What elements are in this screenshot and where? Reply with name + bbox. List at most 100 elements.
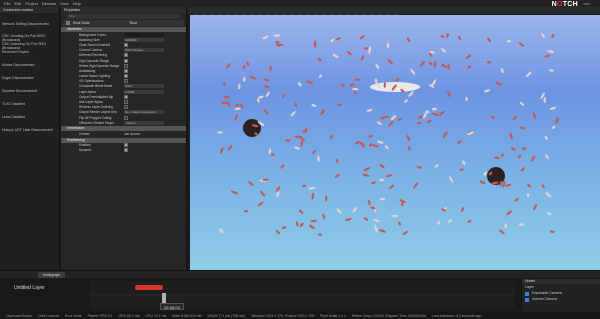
fish-shape xyxy=(268,148,272,155)
attribute-field[interactable]: 1.0000 xyxy=(124,89,164,94)
fish-shape xyxy=(509,132,513,140)
fish-shape xyxy=(438,110,445,116)
attribute-label: Output Premultiplied Alp xyxy=(79,94,114,99)
properties-search-input[interactable]: Filter xyxy=(67,14,180,19)
fish-shape xyxy=(486,61,492,64)
fish-shape xyxy=(440,63,448,68)
fish-shape xyxy=(220,101,228,105)
fish-shape xyxy=(306,80,314,85)
fish-shape xyxy=(525,71,532,78)
fish-shape xyxy=(467,219,472,223)
attribute-checkbox[interactable] xyxy=(124,79,128,84)
fish-shape xyxy=(234,114,239,121)
fish-shape xyxy=(520,101,524,106)
fish-shape xyxy=(449,176,454,183)
fish-shape xyxy=(483,171,488,176)
attribute-field[interactable]: Solid xyxy=(124,84,164,89)
fish-shape xyxy=(258,95,264,99)
attribute-checkbox[interactable] xyxy=(124,115,128,120)
attribute-checkbox[interactable] xyxy=(124,68,128,73)
fish-shape xyxy=(406,37,411,43)
attribute-label: VR Optimisations xyxy=(79,79,104,84)
menu-help[interactable]: Help xyxy=(73,0,81,7)
attribute-checkbox[interactable] xyxy=(124,74,128,79)
fish-shape xyxy=(467,65,472,69)
attribute-checkbox[interactable] xyxy=(124,94,128,99)
fish-shape xyxy=(311,103,317,108)
fish-shape xyxy=(447,63,450,70)
node-item-volume-camera[interactable]: Volume Camera xyxy=(525,297,597,302)
menu-project[interactable]: Project xyxy=(25,0,37,7)
timecode-display[interactable]: 02:06:03 xyxy=(160,303,184,310)
menu-file[interactable]: File xyxy=(4,0,10,7)
tab-connection-monitor[interactable]: Connection monitor xyxy=(0,7,59,13)
fish-shape xyxy=(520,167,525,172)
fish-shape xyxy=(398,221,401,226)
fish-shape xyxy=(546,50,555,54)
root-node-header[interactable]: Root Node Root xyxy=(63,20,184,26)
attribute-label: Deferred Rendering xyxy=(79,53,107,58)
attribute-checkbox[interactable] xyxy=(124,53,128,58)
attribute-checkbox[interactable] xyxy=(124,63,128,68)
attribute-label: Refine High Dynamic Range xyxy=(79,63,120,68)
attribute-field[interactable]: Orbit Camera xyxy=(124,48,164,53)
fish-shape xyxy=(426,119,432,123)
attribute-label: Antialiasing xyxy=(79,68,96,73)
layer-name[interactable]: Untitled Layer xyxy=(14,285,45,291)
keyframing-dynamic-checkbox[interactable] xyxy=(124,148,128,153)
attribute-field[interactable]: <None> xyxy=(124,120,164,125)
status-viewport: Viewport 1201 x 720, Project 1920 x 720 xyxy=(251,313,315,318)
fish-shape xyxy=(541,33,545,38)
status-clipboard: Clipboard Empty xyxy=(6,313,32,318)
conn-motive: Motive Disconnected xyxy=(2,63,35,67)
nodes-panel: Nodes Layer Exposable Camera Volume Came… xyxy=(521,279,600,312)
conn-sugar: Sugar Disconnected xyxy=(2,76,34,80)
fish-shape xyxy=(322,213,326,220)
fish-shape xyxy=(375,63,380,69)
menu-edit[interactable]: Edit xyxy=(14,0,21,7)
fish-shape xyxy=(514,197,519,202)
attribute-checkbox[interactable] xyxy=(124,100,128,105)
fish-shape xyxy=(223,82,227,87)
fish-shape xyxy=(281,226,287,230)
logo-subtitle: PRO xyxy=(583,2,590,6)
render-viewport[interactable] xyxy=(190,15,600,270)
attribute-field[interactable]: No - Output Composite xyxy=(124,110,164,115)
tab-nodegraph[interactable]: Nodegraph xyxy=(38,272,66,278)
fish-shape xyxy=(337,103,342,107)
tab-properties[interactable]: Properties xyxy=(61,7,186,13)
attribute-checkbox[interactable] xyxy=(124,42,128,47)
fish-shape xyxy=(330,134,333,140)
menu-devices[interactable]: Devices xyxy=(42,0,56,7)
fish-shape xyxy=(549,106,557,110)
attribute-label: Layer Alpha xyxy=(79,89,96,94)
attribute-field[interactable]: 1000000 xyxy=(124,37,164,42)
attribute-checkbox[interactable] xyxy=(124,58,128,63)
fish-shape xyxy=(362,173,370,177)
keyframe-block[interactable] xyxy=(135,285,163,290)
fish-shape xyxy=(390,214,399,218)
attribute-checkbox[interactable] xyxy=(124,105,128,110)
root-node-label: Root Node xyxy=(73,21,90,25)
timeline-track[interactable] xyxy=(90,281,515,309)
fish-shape xyxy=(379,178,385,182)
fish-shape xyxy=(248,181,254,186)
keyframing-enabled-checkbox[interactable] xyxy=(124,143,128,148)
node-item-exposable-camera[interactable]: Exposable Camera xyxy=(525,291,597,296)
conn-leica: Leica Disabled xyxy=(2,115,25,119)
fish-shape xyxy=(282,93,285,98)
attribute-color-swatch[interactable] xyxy=(124,32,164,37)
fish-shape xyxy=(217,131,223,134)
fish-shape xyxy=(545,154,549,160)
fish-shape xyxy=(336,37,341,41)
node-icon xyxy=(66,21,70,25)
menu-view[interactable]: View xyxy=(60,0,69,7)
attribute-label: Composite Blend Mode xyxy=(79,84,113,89)
root-node-value: Root xyxy=(129,21,138,25)
fish-shape xyxy=(312,150,316,155)
fish-shape xyxy=(317,155,320,162)
fish-shape xyxy=(466,131,475,136)
fish-shape xyxy=(324,195,328,202)
attribute-label: Flip All Polygon Culling xyxy=(79,115,112,120)
fish-shape xyxy=(352,87,359,91)
